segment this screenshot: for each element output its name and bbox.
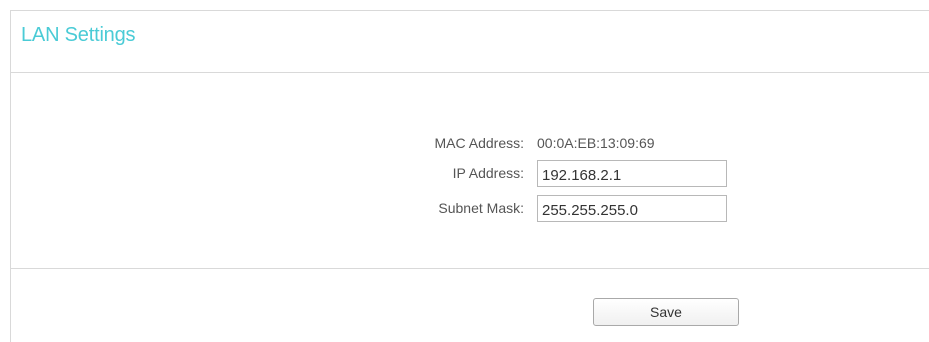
mac-address-row: MAC Address: 00:0A:EB:13:09:69: [11, 130, 929, 156]
subnet-mask-label: Subnet Mask:: [438, 200, 524, 216]
page-title: LAN Settings: [21, 24, 136, 46]
ip-address-row: IP Address:: [11, 160, 929, 187]
mac-address-label: MAC Address:: [434, 135, 524, 151]
save-button[interactable]: Save: [593, 298, 739, 326]
lan-settings-form: MAC Address: 00:0A:EB:13:09:69 IP Addres…: [11, 73, 929, 269]
lan-settings-panel: LAN Settings MAC Address: 00:0A:EB:13:09…: [10, 10, 929, 342]
subnet-mask-row: Subnet Mask:: [11, 195, 929, 222]
ip-address-label: IP Address:: [452, 165, 524, 181]
subnet-mask-input[interactable]: [537, 195, 727, 222]
mac-address-value: 00:0A:EB:13:09:69: [537, 135, 655, 151]
ip-address-input[interactable]: [537, 160, 727, 187]
title-bar: LAN Settings: [11, 11, 929, 73]
